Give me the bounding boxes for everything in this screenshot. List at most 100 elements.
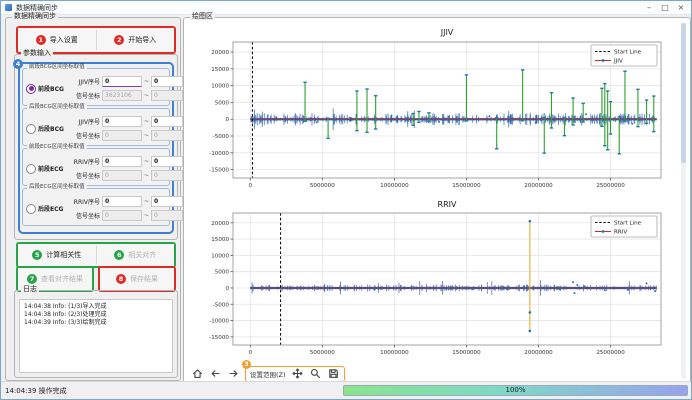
step-5-badge: 5 [32,250,42,260]
chart-jjiv[interactable]: 20000150001000050000-5000-10000-15000050… [193,25,673,199]
svg-text:20000: 20000 [211,221,229,227]
field-input-from[interactable]: 0 [102,196,142,207]
window-controls: – □ × [641,1,689,14]
field-input-from[interactable]: 0 [102,76,142,87]
radio-label: 后段BCG [38,124,64,133]
save-result-label: 保存结果 [130,274,158,284]
tilde-separator: ~ [144,118,149,125]
svg-text:5000: 5000 [215,100,230,106]
field-label: JJIV序号 [70,77,100,86]
field-input-to[interactable]: 0 [151,156,183,167]
svg-text:5000000: 5000000 [310,183,335,189]
start-import-button[interactable]: 2 开始导入 [97,28,175,52]
field-input-from[interactable]: 0 [102,116,142,127]
field-label: RRIV序号 [70,157,100,166]
progress-label: 100% [344,386,687,395]
svg-text:10000000: 10000000 [380,183,409,189]
param-sections: 前段BCG区间坐标取值前段BCGJJIV序号0~0信号坐标3623106~0后段… [20,68,172,226]
step-8-badge: 8 [116,274,126,284]
log-line: 14:04:39 Info: (3/3)绘制完成 [24,319,168,327]
tilde-separator: ~ [144,212,149,219]
svg-text:-15000: -15000 [209,335,229,341]
radio-label: 后段ECG [38,204,63,213]
svg-text:5000: 5000 [215,270,230,276]
plot-panel-title: 绘图区 [190,13,215,20]
field-label: JJIV序号 [70,117,100,126]
plot-scrollbar[interactable] [681,23,686,379]
save-icon[interactable] [327,367,340,380]
radio-label: 前段BCG [38,84,64,93]
svg-text:RRIV: RRIV [614,230,627,236]
svg-text:-5000: -5000 [213,302,230,308]
correlation-align-button[interactable]: 6 相关对齐 [97,244,175,266]
field-label: RRIV序号 [70,197,100,206]
zoom-icon[interactable] [309,367,322,380]
tilde-separator: ~ [144,132,149,139]
log-area[interactable]: 14:04:38 Info: (1/3)导入完成14:04:38 Info: (… [19,299,173,373]
svg-text:-10000: -10000 [209,151,229,157]
radio-4[interactable] [26,204,36,214]
import-settings-label: 导入设置 [50,35,78,45]
svg-text:10000: 10000 [211,84,229,90]
field-input-to[interactable]: 0 [151,76,183,87]
field-label: 信号坐标 [70,91,100,100]
svg-text:15000000: 15000000 [452,183,481,189]
maximize-icon[interactable]: □ [657,1,673,14]
step-7-badge: 7 [27,274,37,284]
svg-text:Start Line: Start Line [614,221,642,227]
field-input-from[interactable]: 0 [102,156,142,167]
field-label: 信号坐标 [70,171,100,180]
calc-correlation-button[interactable]: 5 计算相关性 [18,244,96,266]
radio-3[interactable] [26,164,36,174]
chart-title: RRIV [438,200,457,209]
correlation-align-label: 相关对齐 [128,250,156,260]
close-icon[interactable]: × [673,1,689,14]
progress-bar: 100% [343,385,688,396]
field-input-to[interactable]: 0 [151,210,183,221]
radio-2[interactable] [26,124,36,134]
svg-text:0: 0 [249,350,253,356]
save-result-button[interactable]: 8 保存结果 [100,268,174,290]
svg-text:15000: 15000 [211,237,229,243]
svg-text:25000000: 25000000 [596,350,625,356]
tilde-separator: ~ [144,78,149,85]
svg-text:10000: 10000 [211,253,229,259]
set-range-button[interactable]: 设置范围(Z) [250,369,286,379]
param-section-1: 前段BCG区间坐标取值前段BCGJJIV序号0~0信号坐标3623106~0 [22,68,170,106]
minimize-icon[interactable]: – [641,1,657,14]
param-section-3: 前段ECG区间坐标取值前段ECGRRIV序号0~0信号坐标0~0 [22,148,170,186]
svg-text:Start Line: Start Line [614,50,642,56]
field-input-from[interactable]: 0 [102,170,142,181]
svg-text:20000000: 20000000 [524,183,553,189]
legend: Start Line RRIV [591,216,657,237]
field-row: 信号坐标3623106~0 [70,90,183,101]
field-input-to[interactable]: 0 [151,170,183,181]
svg-text:5000000: 5000000 [310,350,335,356]
field-row: JJIV序号0~0 [70,76,183,87]
back-icon[interactable] [209,367,222,380]
home-icon[interactable] [191,367,204,380]
plot-scrollbar-thumb[interactable] [681,23,686,163]
radio-1[interactable] [26,84,36,94]
chart-rriv[interactable]: 20000150001000050000-5000-10000-15000050… [193,199,673,365]
field-input-to[interactable]: 0 [151,116,183,127]
param-section-title: 前段BCG区间坐标取值 [27,65,87,71]
field-input-from[interactable]: 0 [102,130,142,141]
pan-icon[interactable] [291,367,304,380]
svg-text:20000000: 20000000 [524,350,553,356]
forward-icon[interactable] [227,367,240,380]
field-input-from[interactable]: 3623106 [102,90,142,101]
field-row: RRIV序号0~0 [70,156,183,167]
tilde-separator: ~ [144,158,149,165]
svg-text:15000000: 15000000 [452,350,481,356]
svg-text:10000000: 10000000 [380,350,409,356]
status-bar: 14:04:39 操作完成 100% [1,381,691,399]
field-input-to[interactable]: 0 [151,90,183,101]
field-input-to[interactable]: 0 [151,196,183,207]
svg-text:0: 0 [249,183,253,189]
field-input-from[interactable]: 0 [102,210,142,221]
step-6-badge: 6 [114,250,124,260]
view-align-result-label: 查看对齐结果 [41,274,83,284]
set-range-group: 3设置范围(Z) [245,366,345,382]
field-input-to[interactable]: 0 [151,130,183,141]
